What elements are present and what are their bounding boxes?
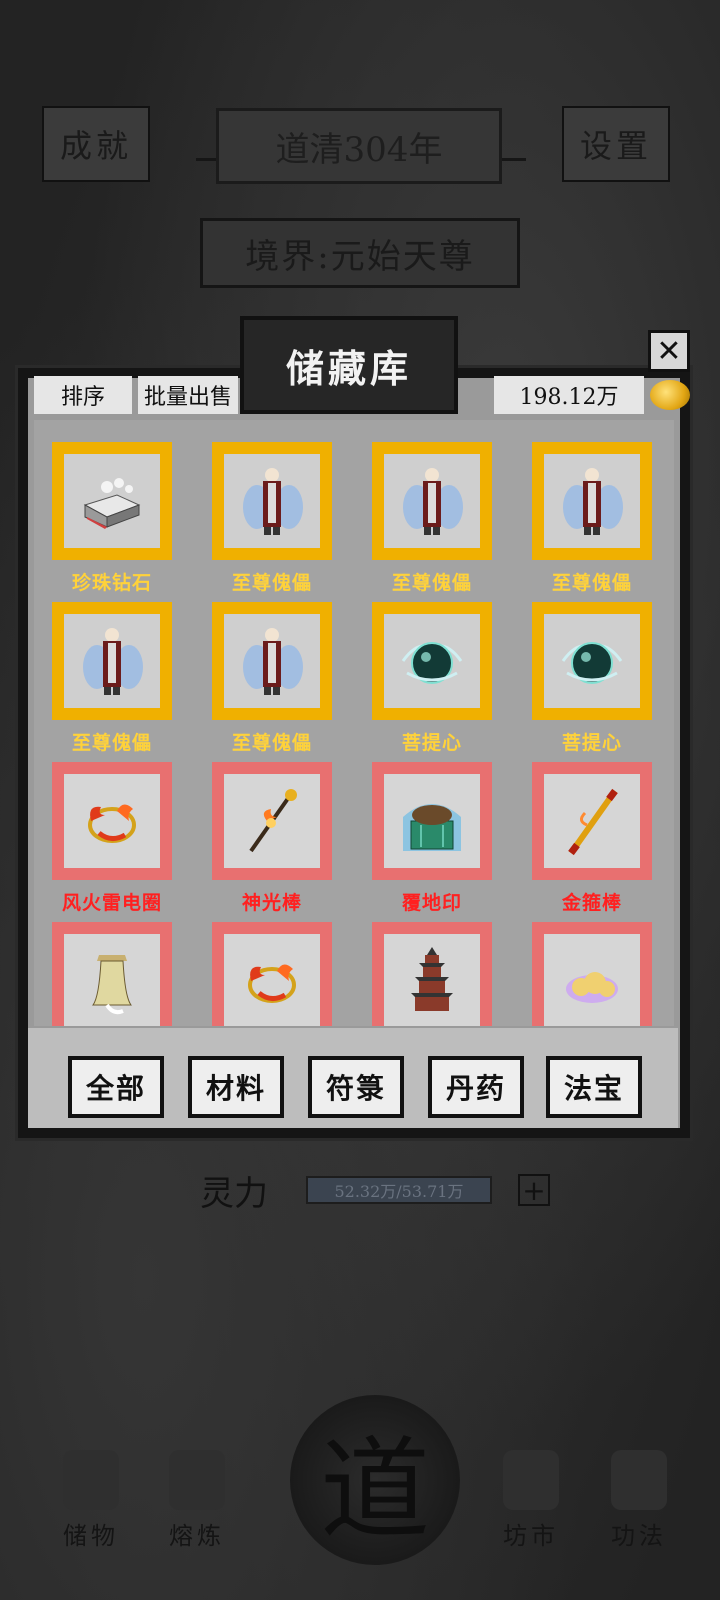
item-cell[interactable]: 至尊傀儡 xyxy=(372,442,492,602)
item-name: 覆地印 xyxy=(401,892,462,914)
item-name: 至尊傀儡 xyxy=(231,732,312,754)
item-cell[interactable]: 珍珠钻石 xyxy=(52,442,172,602)
item-name: 神光棒 xyxy=(241,892,302,914)
orb-icon xyxy=(532,602,652,720)
filter-elixirs-button[interactable]: 丹药 xyxy=(428,1056,524,1118)
spirit-label: 灵力 xyxy=(200,1174,268,1214)
realm-banner: 境界:元始天尊 xyxy=(200,218,520,288)
item-grid: 珍珠钻石 至尊傀儡 至尊傀儡 至尊傀儡 至尊傀儡 至尊傀儡 菩提心 菩提心 风火… xyxy=(34,420,674,1026)
item-name: 至尊傀儡 xyxy=(391,572,472,594)
item-cell[interactable] xyxy=(52,922,172,1026)
turtle-seal-icon xyxy=(372,762,492,880)
puppet-icon xyxy=(532,442,652,560)
filter-materials-button[interactable]: 材料 xyxy=(188,1056,284,1118)
puppet-icon xyxy=(372,442,492,560)
item-name: 菩提心 xyxy=(561,732,622,754)
nav-storage[interactable]: 储物 xyxy=(46,1450,136,1551)
filter-artifacts-button[interactable]: 法宝 xyxy=(546,1056,642,1118)
staff-icon xyxy=(212,762,332,880)
coins-stack-icon xyxy=(503,1450,559,1510)
item-cell[interactable]: 至尊傀儡 xyxy=(532,442,652,602)
close-button[interactable]: ✕ xyxy=(648,330,690,372)
furnace-icon xyxy=(169,1450,225,1510)
pagoda-icon xyxy=(372,922,492,1026)
nav-label: 熔炼 xyxy=(169,1522,225,1550)
orb-icon xyxy=(372,602,492,720)
item-cell[interactable]: 神光棒 xyxy=(212,762,332,922)
batch-sell-button[interactable]: 批量出售 xyxy=(138,376,238,414)
spirit-bar: 52.32万/53.71万 xyxy=(306,1176,492,1204)
cloud-icon xyxy=(532,922,652,1026)
item-cell[interactable]: 菩提心 xyxy=(532,602,652,762)
nav-skills[interactable]: 功法 xyxy=(594,1450,684,1551)
item-name: 珍珠钻石 xyxy=(71,572,152,594)
nav-label: 功法 xyxy=(611,1522,667,1550)
bell-icon xyxy=(52,922,172,1026)
item-cell[interactable]: 菩提心 xyxy=(372,602,492,762)
nav-smelt[interactable]: 熔炼 xyxy=(152,1450,242,1551)
item-name: 金箍棒 xyxy=(561,892,622,914)
golden-rod-icon xyxy=(532,762,652,880)
bag-icon xyxy=(63,1450,119,1510)
filter-all-button[interactable]: 全部 xyxy=(68,1056,164,1118)
nav-label: 储物 xyxy=(63,1522,119,1550)
year-banner: 道清304年 xyxy=(216,108,502,184)
item-cell[interactable]: 金箍棒 xyxy=(532,762,652,922)
item-cell[interactable] xyxy=(532,922,652,1026)
fire-ring-icon xyxy=(212,922,332,1026)
puppet-icon xyxy=(52,602,172,720)
currency-amount: 198.12万 xyxy=(494,376,644,414)
achievements-button[interactable]: 成就 xyxy=(42,106,150,182)
filter-talismans-button[interactable]: 符箓 xyxy=(308,1056,404,1118)
item-cell[interactable]: 覆地印 xyxy=(372,762,492,922)
item-cell[interactable]: 至尊傀儡 xyxy=(212,442,332,602)
diamond-crate-icon xyxy=(52,442,172,560)
add-spirit-button[interactable]: + xyxy=(518,1174,550,1207)
item-name: 风火雷电圈 xyxy=(61,892,162,914)
item-cell[interactable]: 至尊傀儡 xyxy=(212,602,332,762)
settings-button[interactable]: 设置 xyxy=(562,106,670,182)
nav-label: 坊市 xyxy=(503,1522,559,1550)
dialog-title: 储藏库 xyxy=(240,316,458,414)
item-name: 至尊傀儡 xyxy=(231,572,312,594)
gold-coin-icon xyxy=(650,380,690,410)
item-name: 至尊傀儡 xyxy=(71,732,152,754)
item-cell[interactable]: 至尊傀儡 xyxy=(52,602,172,762)
item-cell[interactable] xyxy=(212,922,332,1026)
item-cell[interactable]: 风火雷电圈 xyxy=(52,762,172,922)
item-cell[interactable] xyxy=(372,922,492,1026)
item-name: 菩提心 xyxy=(401,732,462,754)
dao-center-button[interactable]: 道 xyxy=(290,1395,460,1565)
nav-market[interactable]: 坊市 xyxy=(486,1450,576,1551)
puppet-icon xyxy=(212,442,332,560)
sort-button[interactable]: 排序 xyxy=(34,376,132,414)
category-filter-bar: 全部 材料 符箓 丹药 法宝 xyxy=(28,1028,678,1128)
fire-ring-icon xyxy=(52,762,172,880)
item-name: 至尊傀儡 xyxy=(551,572,632,594)
puppet-icon xyxy=(212,602,332,720)
book-icon xyxy=(611,1450,667,1510)
